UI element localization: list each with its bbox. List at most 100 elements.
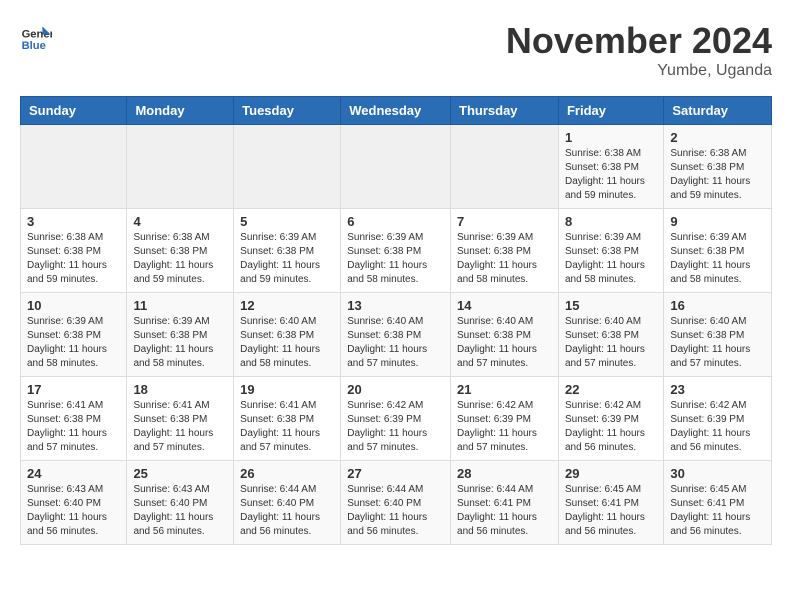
day-number: 8 [565,214,657,229]
calendar-cell: 28 Sunrise: 6:44 AM Sunset: 6:41 PM Dayli… [451,461,559,545]
day-number: 24 [27,466,120,481]
day-info: Sunrise: 6:39 AM Sunset: 6:38 PM Dayligh… [27,315,120,371]
month-title: November 2024 [506,20,772,62]
logo: General Blue [20,20,52,52]
calendar-cell: 13Sunrise: 6:40 AM Sunset: 6:38 PM Dayli… [341,293,451,377]
day-number: 3 [27,214,120,229]
day-number: 10 [27,298,120,313]
day-number: 22 [565,382,657,397]
day-number: 21 [457,382,552,397]
calendar-week-row: 3 Sunrise: 6:38 AM Sunset: 6:38 PM Daylig… [21,209,772,293]
day-info: Sunrise: 6:43 AM Sunset: 6:40 PM Dayligh… [133,483,227,539]
calendar-cell: 3 Sunrise: 6:38 AM Sunset: 6:38 PM Daylig… [21,209,127,293]
day-number: 12 [240,298,334,313]
day-info: Sunrise: 6:42 AM Sunset: 6:39 PM Dayligh… [347,399,444,455]
svg-text:Blue: Blue [22,40,46,52]
weekday-header: Tuesday [234,97,341,125]
day-info: Sunrise: 6:45 AM Sunset: 6:41 PM Dayligh… [670,483,765,539]
calendar-cell: 18 Sunrise: 6:41 AM Sunset: 6:38 PM Dayli… [127,377,234,461]
day-info: Sunrise: 6:39 AM Sunset: 6:38 PM Dayligh… [133,315,227,371]
calendar-cell: 20 Sunrise: 6:42 AM Sunset: 6:39 PM Dayli… [341,377,451,461]
day-number: 17 [27,382,120,397]
calendar-cell: 1 Sunrise: 6:38 AM Sunset: 6:38 PM Daylig… [558,125,663,209]
calendar-cell: 21 Sunrise: 6:42 AM Sunset: 6:39 PM Dayli… [451,377,559,461]
day-number: 15 [565,298,657,313]
day-number: 29 [565,466,657,481]
day-info: Sunrise: 6:41 AM Sunset: 6:38 PM Dayligh… [240,399,334,455]
day-info: Sunrise: 6:40 AM Sunset: 6:38 PM Dayligh… [565,315,657,371]
day-info: Sunrise: 6:41 AM Sunset: 6:38 PM Dayligh… [133,399,227,455]
calendar-cell: 4 Sunrise: 6:38 AM Sunset: 6:38 PM Daylig… [127,209,234,293]
calendar-cell: 25 Sunrise: 6:43 AM Sunset: 6:40 PM Dayli… [127,461,234,545]
day-number: 20 [347,382,444,397]
day-info: Sunrise: 6:38 AM Sunset: 6:38 PM Dayligh… [133,231,227,287]
day-info: Sunrise: 6:39 AM Sunset: 6:38 PM Dayligh… [670,231,765,287]
logo-icon: General Blue [20,20,52,52]
day-info: Sunrise: 6:43 AM Sunset: 6:40 PM Dayligh… [27,483,120,539]
day-info: Sunrise: 6:39 AM Sunset: 6:38 PM Dayligh… [457,231,552,287]
day-number: 23 [670,382,765,397]
day-info: Sunrise: 6:44 AM Sunset: 6:40 PM Dayligh… [240,483,334,539]
calendar-week-row: 17 Sunrise: 6:41 AM Sunset: 6:38 PM Dayli… [21,377,772,461]
day-info: Sunrise: 6:42 AM Sunset: 6:39 PM Dayligh… [565,399,657,455]
calendar-week-row: 10 Sunrise: 6:39 AM Sunset: 6:38 PM Dayli… [21,293,772,377]
calendar-cell: 29 Sunrise: 6:45 AM Sunset: 6:41 PM Dayli… [558,461,663,545]
day-number: 19 [240,382,334,397]
day-info: Sunrise: 6:39 AM Sunset: 6:38 PM Dayligh… [347,231,444,287]
calendar-cell [451,125,559,209]
weekday-header: Friday [558,97,663,125]
day-info: Sunrise: 6:44 AM Sunset: 6:41 PM Dayligh… [457,483,552,539]
calendar-cell [127,125,234,209]
calendar-cell: 6Sunrise: 6:39 AM Sunset: 6:38 PM Daylig… [341,209,451,293]
day-number: 28 [457,466,552,481]
weekday-header: Saturday [664,97,772,125]
calendar-cell: 12 Sunrise: 6:40 AM Sunset: 6:38 PM Dayli… [234,293,341,377]
weekday-header-row: SundayMondayTuesdayWednesdayThursdayFrid… [21,97,772,125]
calendar-table: SundayMondayTuesdayWednesdayThursdayFrid… [20,96,772,545]
day-number: 2 [670,130,765,145]
calendar-week-row: 24 Sunrise: 6:43 AM Sunset: 6:40 PM Dayli… [21,461,772,545]
day-info: Sunrise: 6:44 AM Sunset: 6:40 PM Dayligh… [347,483,444,539]
calendar-cell: 17 Sunrise: 6:41 AM Sunset: 6:38 PM Dayli… [21,377,127,461]
calendar-cell [21,125,127,209]
page-header: General Blue November 2024 Yumbe, Uganda [20,20,772,80]
calendar-week-row: 1 Sunrise: 6:38 AM Sunset: 6:38 PM Daylig… [21,125,772,209]
calendar-cell: 27 Sunrise: 6:44 AM Sunset: 6:40 PM Dayli… [341,461,451,545]
day-number: 27 [347,466,444,481]
weekday-header: Monday [127,97,234,125]
day-info: Sunrise: 6:45 AM Sunset: 6:41 PM Dayligh… [565,483,657,539]
day-info: Sunrise: 6:40 AM Sunset: 6:38 PM Dayligh… [240,315,334,371]
day-number: 25 [133,466,227,481]
calendar-cell: 10 Sunrise: 6:39 AM Sunset: 6:38 PM Dayli… [21,293,127,377]
day-info: Sunrise: 6:38 AM Sunset: 6:38 PM Dayligh… [565,147,657,203]
svg-text:General: General [22,29,52,41]
day-number: 18 [133,382,227,397]
day-info: Sunrise: 6:40 AM Sunset: 6:38 PM Dayligh… [670,315,765,371]
day-number: 14 [457,298,552,313]
day-number: 7 [457,214,552,229]
day-info: Sunrise: 6:42 AM Sunset: 6:39 PM Dayligh… [457,399,552,455]
weekday-header: Thursday [451,97,559,125]
day-number: 4 [133,214,227,229]
calendar-cell: 9Sunrise: 6:39 AM Sunset: 6:38 PM Daylig… [664,209,772,293]
calendar-cell: 16 Sunrise: 6:40 AM Sunset: 6:38 PM Dayli… [664,293,772,377]
calendar-cell: 8Sunrise: 6:39 AM Sunset: 6:38 PM Daylig… [558,209,663,293]
day-info: Sunrise: 6:39 AM Sunset: 6:38 PM Dayligh… [240,231,334,287]
calendar-cell: 22 Sunrise: 6:42 AM Sunset: 6:39 PM Dayli… [558,377,663,461]
location: Yumbe, Uganda [506,62,772,80]
calendar-cell [341,125,451,209]
calendar-cell [234,125,341,209]
day-number: 30 [670,466,765,481]
day-info: Sunrise: 6:41 AM Sunset: 6:38 PM Dayligh… [27,399,120,455]
day-number: 11 [133,298,227,313]
day-info: Sunrise: 6:40 AM Sunset: 6:38 PM Dayligh… [347,315,444,371]
calendar-cell: 24 Sunrise: 6:43 AM Sunset: 6:40 PM Dayli… [21,461,127,545]
day-number: 26 [240,466,334,481]
calendar-cell: 11 Sunrise: 6:39 AM Sunset: 6:38 PM Dayli… [127,293,234,377]
day-number: 16 [670,298,765,313]
calendar-cell: 26 Sunrise: 6:44 AM Sunset: 6:40 PM Dayli… [234,461,341,545]
calendar-cell: 5Sunrise: 6:39 AM Sunset: 6:38 PM Daylig… [234,209,341,293]
day-info: Sunrise: 6:38 AM Sunset: 6:38 PM Dayligh… [27,231,120,287]
title-section: November 2024 Yumbe, Uganda [506,20,772,80]
day-number: 1 [565,130,657,145]
